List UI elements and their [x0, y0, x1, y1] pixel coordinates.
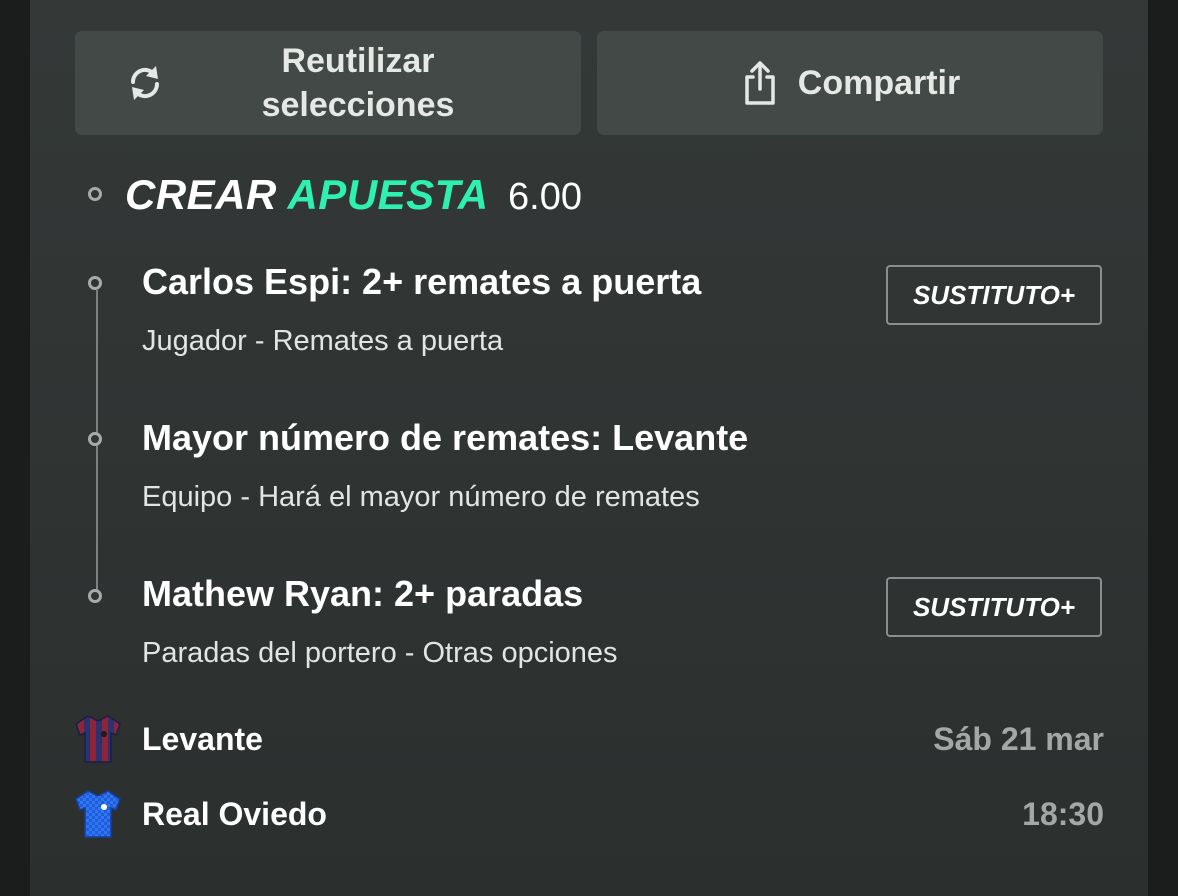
bet-odds: 6.00: [508, 176, 582, 218]
share-button[interactable]: Compartir: [597, 31, 1103, 135]
bet-card: Reutilizar selecciones Compartir CREAR A…: [30, 0, 1148, 896]
away-team-name: Real Oviedo: [142, 795, 327, 832]
selection-title: Carlos Espi: 2+ remates a puerta: [142, 261, 702, 302]
home-team-name: Levante: [142, 720, 263, 757]
selection-subtitle: Jugador - Remates a puerta: [142, 325, 504, 357]
substitute-plus-badge[interactable]: SUSTITUTO+: [886, 577, 1102, 637]
selection-title: Mayor número de remates: Levante: [142, 417, 749, 458]
reuse-selections-button[interactable]: Reutilizar selecciones: [75, 31, 581, 135]
reuse-label-line1: Reutilizar: [281, 42, 435, 80]
selection-subtitle: Paradas del portero - Otras opciones: [142, 637, 618, 669]
levante-shirt-icon: [75, 715, 121, 763]
reuse-label-line2: selecciones: [261, 86, 455, 124]
selection-subtitle: Equipo - Hará el mayor número de remates: [142, 481, 700, 513]
share-icon: [745, 61, 775, 105]
selection-dot: [88, 589, 102, 603]
oviedo-shirt-icon: [75, 790, 121, 838]
match-time: 18:30: [1022, 795, 1104, 832]
bet-builder-title: CREAR APUESTA: [125, 170, 489, 220]
match-date: Sáb 21 mar: [933, 720, 1104, 757]
selection-title: Mathew Ryan: 2+ paradas: [142, 573, 584, 614]
brand-word-apuesta: APUESTA: [287, 171, 489, 218]
brand-word-crear: CREAR: [125, 171, 277, 218]
away-team-row: Real Oviedo 18:30: [74, 789, 1104, 839]
selection-dot: [88, 432, 102, 446]
timeline-header-dot: [88, 187, 102, 201]
home-team-row: Levante Sáb 21 mar: [74, 714, 1104, 764]
refresh-icon: [130, 66, 160, 100]
share-label: Compartir: [797, 63, 961, 102]
reuse-selections-label: Reutilizar selecciones: [262, 39, 455, 127]
substitute-plus-badge[interactable]: SUSTITUTO+: [886, 265, 1102, 325]
selection-dot: [88, 276, 102, 290]
